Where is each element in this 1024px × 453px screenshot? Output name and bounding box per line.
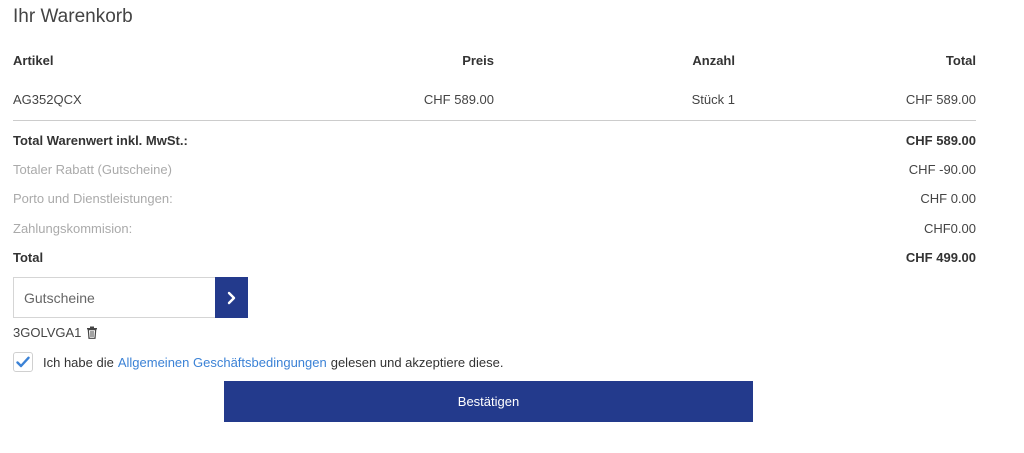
total-label: Total [13,250,44,265]
item-price: CHF 589.00 [423,92,494,107]
item-article: AG352QCX [13,92,82,107]
voucher-form [13,277,248,318]
payment-fee-label: Zahlungskommision: [13,221,133,236]
divider [13,120,976,121]
payment-fee-value: CHF0.00 [923,221,976,236]
confirm-button[interactable]: Bestätigen [224,381,753,422]
voucher-submit-button[interactable] [215,277,248,318]
checkmark-icon [16,356,30,368]
terms-checkbox[interactable] [13,352,33,372]
terms-agreement: Ich habe die Allgemeinen Geschäftsbeding… [13,352,503,372]
column-header-quantity: Anzahl [692,53,735,68]
terms-prefix: Ich habe die [43,354,114,370]
page-title: Ihr Warenkorb [13,6,133,27]
total-value: CHF 499.00 [905,250,976,265]
discount-label: Totaler Rabatt (Gutscheine) [13,162,172,177]
terms-suffix: gelesen und akzeptiere diese. [330,354,504,370]
goods-total-value: CHF 589.00 [905,133,976,148]
voucher-input[interactable] [13,277,215,318]
item-total: CHF 589.00 [905,92,976,107]
applied-voucher: 3GOLVGA1 [13,325,98,340]
chevron-right-icon [227,291,235,304]
goods-total-label: Total Warenwert inkl. MwSt.: [13,133,188,148]
discount-value: CHF -90.00 [908,162,976,177]
applied-voucher-code: 3GOLVGA1 [13,325,82,340]
column-header-article: Artikel [13,53,54,68]
item-quantity: Stück 1 [691,92,735,107]
trash-icon [87,326,98,339]
shipping-label: Porto und Dienstleistungen: [13,191,173,206]
terms-link[interactable]: Allgemeinen Geschäftsbedingungen [118,355,327,370]
shipping-value: CHF 0.00 [920,191,976,206]
remove-voucher-button[interactable] [86,326,98,339]
column-header-price: Preis [462,53,494,68]
column-header-total: Total [945,53,976,68]
